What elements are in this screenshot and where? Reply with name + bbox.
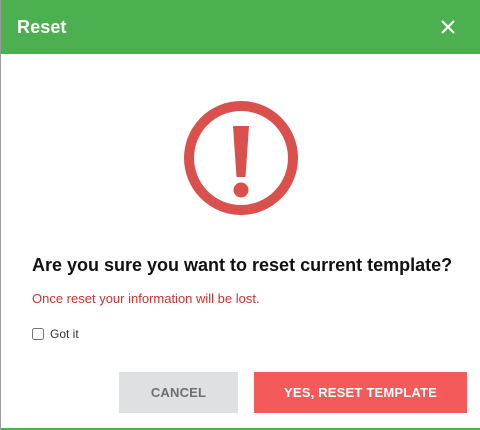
dialog-header: Reset — [1, 0, 480, 54]
got-it-checkbox[interactable] — [32, 328, 44, 340]
confirm-reset-button[interactable]: YES, RESET TEMPLATE — [254, 372, 467, 413]
confirm-question: Are you sure you want to reset current t… — [32, 255, 453, 275]
cancel-button[interactable]: CANCEL — [119, 372, 238, 413]
got-it-label: Got it — [50, 327, 79, 341]
warning-text: Once reset your information will be lost… — [32, 291, 260, 306]
reset-dialog: Reset Are you sure you want to reset cur… — [0, 0, 480, 430]
dialog-title: Reset — [17, 16, 67, 37]
exclamation-circle-icon — [181, 98, 301, 218]
close-icon[interactable] — [438, 17, 458, 37]
got-it-checkbox-row[interactable]: Got it — [32, 327, 79, 341]
close-icon-glyph — [441, 20, 455, 34]
